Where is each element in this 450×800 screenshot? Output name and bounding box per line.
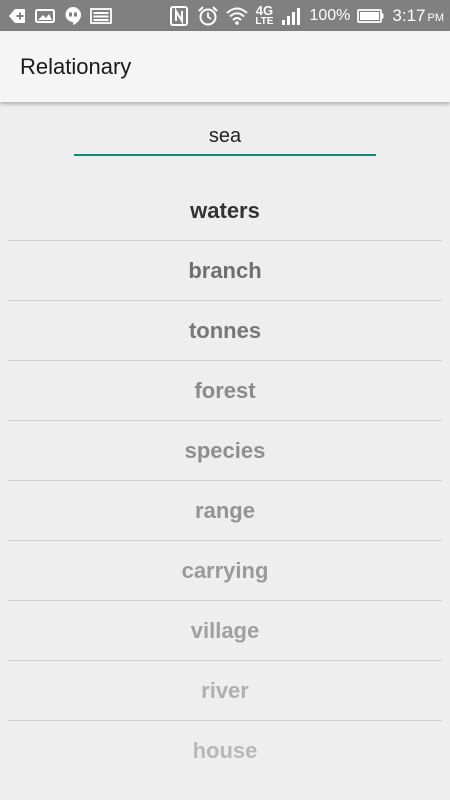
result-item-carrying[interactable]: carrying (8, 541, 442, 601)
search-input[interactable] (74, 118, 376, 156)
plus-box-icon (6, 5, 28, 27)
clock: 3:17 PM (392, 6, 444, 26)
clock-ampm: PM (427, 11, 445, 24)
hangouts-icon (62, 5, 84, 27)
result-item-species[interactable]: species (8, 421, 442, 481)
result-item-branch[interactable]: branch (8, 241, 442, 301)
alarm-icon (197, 5, 219, 27)
battery-percent: 100% (309, 6, 351, 24)
wifi-icon (226, 5, 248, 27)
signal-icon (280, 5, 302, 27)
result-item-village[interactable]: village (8, 601, 442, 661)
result-item-house[interactable]: house (8, 721, 442, 780)
app-bar: Relationary (0, 31, 450, 102)
network-type-indicator: 4G LTE (255, 2, 274, 27)
results-list: waters branch tonnes forest species range carr… (8, 181, 442, 780)
status-bar: 4G LTE 100% 3:17 PM (0, 0, 450, 31)
notification-icons (6, 5, 112, 27)
result-item-river[interactable]: river (8, 661, 442, 721)
app-title: Relationary (20, 53, 132, 79)
result-item-tonnes[interactable]: tonnes (8, 301, 442, 361)
network-sub-label: LTE (255, 15, 274, 27)
battery-icon (357, 5, 385, 27)
keyboard-icon (90, 5, 112, 27)
result-item-waters[interactable]: waters (8, 181, 442, 241)
image-icon (34, 5, 56, 27)
nfc-icon (168, 5, 190, 27)
network-label: 4G (255, 2, 274, 18)
result-item-range[interactable]: range (8, 481, 442, 541)
result-item-forest[interactable]: forest (8, 361, 442, 421)
clock-time: 3:17 (392, 5, 426, 25)
search-field (74, 118, 376, 160)
system-icons: 4G LTE 100% 3:17 PM (168, 2, 444, 27)
